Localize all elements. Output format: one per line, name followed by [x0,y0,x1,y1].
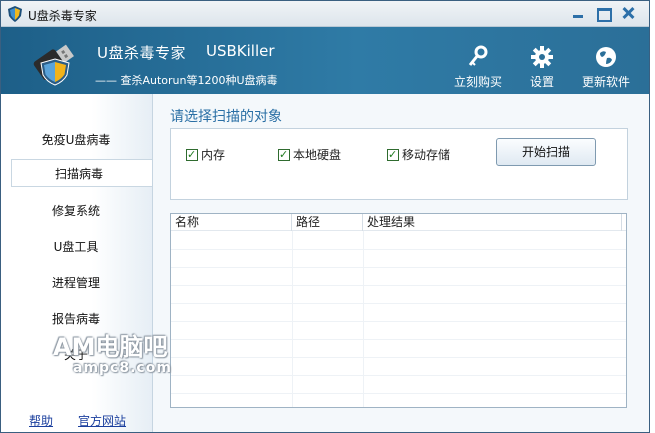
globe-icon [596,47,616,67]
column-divider [292,231,293,407]
help-link[interactable]: 帮助 [29,412,53,429]
row-divider [171,321,626,322]
column-header-result[interactable]: 处理结果 [363,214,622,231]
row-divider [171,339,626,340]
shield-icon [8,6,22,22]
sidebar-item-repair[interactable]: 修复系统 [1,197,151,225]
column-divider [363,231,364,407]
row-divider [171,375,626,376]
sidebar-item-process-manager[interactable]: 进程管理 [1,269,151,297]
row-divider [171,357,626,358]
removable-storage-checkbox-label: 移动存储 [402,148,451,162]
minimize-button[interactable] [569,5,587,21]
results-table[interactable]: 名称 路径 处理结果 [170,213,627,408]
watermark-url: ampc8.com [73,360,172,376]
sidebar-item-scan[interactable]: 扫描病毒 [11,159,152,187]
official-website-link[interactable]: 官方网站 [78,412,126,429]
removable-storage-checkbox-box[interactable] [387,146,399,164]
start-scan-button[interactable]: 开始扫描 [496,138,596,166]
watermark-text: AM电脑吧 [53,333,168,361]
update-software-button[interactable]: 更新软件 [576,45,636,89]
app-subtitle: —— 查杀Autorun等1200种U盘病毒 [95,74,278,87]
section-title: 请选择扫描的对象 [170,109,282,125]
removable-storage-checkbox[interactable]: 移动存储 [387,146,467,164]
gear-icon [531,46,553,68]
buy-now-button[interactable]: 立刻购买 [448,45,508,89]
maximize-button[interactable] [594,5,612,22]
window-title: U盘杀毒专家 [28,9,97,23]
row-divider [171,285,626,286]
row-divider [171,303,626,304]
sidebar-item-usb-tools[interactable]: U盘工具 [1,233,151,261]
memory-checkbox-box[interactable] [186,146,198,164]
scan-panel: 请选择扫描的对象 内存 本地硬盘 移动存储 开始扫描 名称 路径 处理结果 [154,94,649,432]
app-name-english: USBKiller [206,42,275,60]
results-table-header: 名称 路径 处理结果 [171,214,626,231]
local-disk-checkbox-box[interactable] [278,146,290,164]
local-disk-checkbox[interactable]: 本地硬盘 [278,146,358,164]
sidebar-item-immunize[interactable]: 免疫U盘病毒 [1,126,151,154]
app-name: U盘杀毒专家 [97,44,186,62]
memory-checkbox-label: 内存 [201,148,226,162]
usb-shield-logo-icon [33,44,74,86]
app-window: U盘杀毒专家 U盘杀毒专家 USBKiller —— 查杀Autorun等120… [0,0,650,433]
title-bar[interactable]: U盘杀毒专家 [1,1,649,27]
column-header-name[interactable]: 名称 [171,214,292,231]
watermark: AM电脑吧 ampc8.com [53,327,203,387]
settings-button[interactable]: 设置 [512,45,572,89]
row-divider [171,267,626,268]
memory-checkbox[interactable]: 内存 [186,146,246,164]
key-icon [468,45,488,66]
update-software-label: 更新软件 [581,75,630,89]
close-button[interactable] [619,5,637,21]
scan-options-panel: 内存 本地硬盘 移动存储 开始扫描 [170,128,628,200]
settings-label: 设置 [529,75,554,89]
row-divider [171,249,626,250]
local-disk-checkbox-label: 本地硬盘 [293,148,342,162]
column-header-path[interactable]: 路径 [292,214,363,231]
buy-now-label: 立刻购买 [453,75,502,89]
app-header: U盘杀毒专家 USBKiller —— 查杀Autorun等1200种U盘病毒 … [1,27,649,94]
row-divider [171,393,626,394]
